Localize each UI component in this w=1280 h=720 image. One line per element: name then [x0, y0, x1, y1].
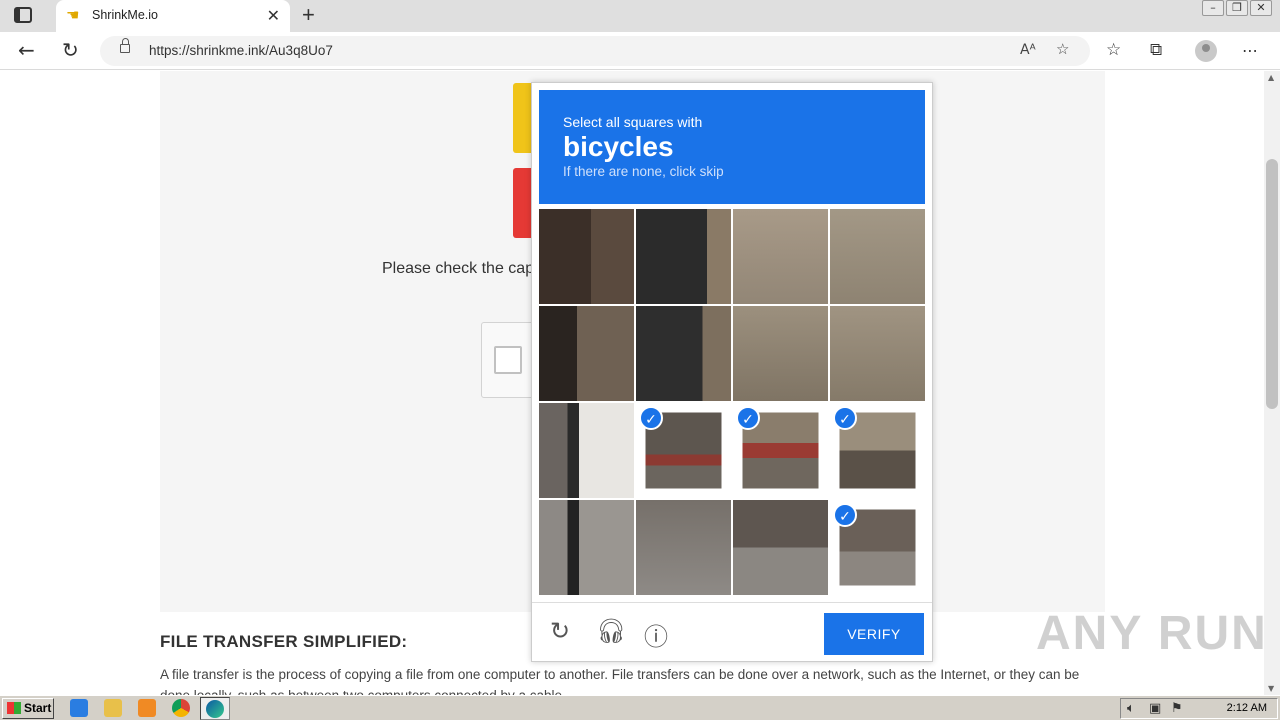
- image-tile[interactable]: [539, 403, 634, 498]
- lock-icon[interactable]: [120, 38, 130, 53]
- refresh-icon[interactable]: ↻: [62, 38, 79, 62]
- tile-selected-check-icon: ✓: [639, 406, 663, 430]
- windows-flag-icon: [7, 702, 21, 714]
- collections-icon[interactable]: ⧉: [1150, 40, 1162, 60]
- image-tile[interactable]: ✓: [830, 500, 925, 595]
- tile-image: [830, 209, 925, 304]
- scroll-thumb[interactable]: [1266, 159, 1278, 409]
- tab-bar: ☚ ShrinkMe.io ✕ + – ❐ ✕: [0, 0, 1280, 32]
- image-tile[interactable]: [636, 500, 731, 595]
- reload-icon[interactable]: ↻: [550, 617, 570, 645]
- challenge-target: bicycles: [563, 131, 674, 162]
- captcha-challenge: Select all squares with bicycles If ther…: [531, 82, 933, 662]
- tile-image: [830, 306, 925, 401]
- tile-selected-check-icon: ✓: [833, 503, 857, 527]
- browser-toolbar: ← ↻ https://shrinkme.ink/Au3q8Uo7 Aᴬ ☆ ☆…: [0, 32, 1280, 70]
- start-button[interactable]: Start: [2, 698, 54, 719]
- image-tile[interactable]: ✓: [636, 403, 731, 498]
- volume-icon[interactable]: 🔈︎: [1127, 701, 1135, 716]
- image-tile[interactable]: [733, 209, 828, 304]
- recaptcha-checkbox[interactable]: [494, 346, 522, 374]
- image-tile[interactable]: [539, 306, 634, 401]
- flag-icon[interactable]: ⚑: [1171, 701, 1183, 716]
- image-tile[interactable]: [539, 209, 634, 304]
- tile-image: [733, 209, 828, 304]
- challenge-prompt: Select all squares with: [563, 114, 703, 130]
- verify-button[interactable]: VERIFY: [824, 613, 924, 655]
- anyrun-watermark: ANY RUN: [1036, 607, 1268, 660]
- section-text: A file transfer is the process of copyin…: [160, 667, 1080, 695]
- favorites-icon[interactable]: ☆: [1106, 40, 1121, 60]
- add-favorite-icon[interactable]: ☆: [1056, 40, 1069, 58]
- tile-selected-check-icon: ✓: [833, 406, 857, 430]
- address-bar[interactable]: https://shrinkme.ink/Au3q8Uo7 Aᴬ ☆: [100, 36, 1090, 66]
- info-icon[interactable]: ⓘ: [644, 617, 668, 652]
- scroll-down-icon[interactable]: ▼: [1268, 684, 1274, 693]
- tile-image: [539, 403, 634, 498]
- image-tile[interactable]: [636, 306, 731, 401]
- tile-image: [636, 306, 731, 401]
- profile-avatar[interactable]: [1195, 40, 1217, 62]
- start-label: Start: [24, 701, 52, 715]
- network-icon[interactable]: ▣: [1149, 701, 1161, 716]
- favicon-icon: ☚: [66, 6, 80, 24]
- read-aloud-icon[interactable]: Aᴬ: [1020, 42, 1036, 58]
- chrome-icon[interactable]: [172, 699, 190, 717]
- tab-shrinkme[interactable]: ☚ ShrinkMe.io ✕: [56, 0, 290, 32]
- tile-image: [733, 306, 828, 401]
- page-scrollbar[interactable]: ▲ ▼: [1264, 71, 1280, 695]
- tile-image: [539, 209, 634, 304]
- url-text: https://shrinkme.ink/Au3q8Uo7: [149, 43, 333, 58]
- image-tile[interactable]: ✓: [830, 403, 925, 498]
- ie-icon[interactable]: [70, 699, 88, 717]
- tile-image: [539, 306, 634, 401]
- section-title: FILE TRANSFER SIMPLIFIED:: [160, 632, 408, 651]
- tile-image: [636, 209, 731, 304]
- image-tile[interactable]: [636, 209, 731, 304]
- edge-task-button[interactable]: [200, 697, 230, 720]
- folder-icon[interactable]: [104, 699, 122, 717]
- challenge-hint: If there are none, click skip: [563, 164, 724, 179]
- image-tile[interactable]: [733, 306, 828, 401]
- system-tray: 🔈︎ ▣ ⚑ 2:12 AM: [1120, 698, 1278, 719]
- scroll-up-icon[interactable]: ▲: [1268, 73, 1274, 82]
- image-tile[interactable]: ✓: [733, 403, 828, 498]
- restore-button[interactable]: ❐: [1226, 0, 1248, 16]
- tab-actions-icon[interactable]: [14, 7, 32, 23]
- clock: 2:12 AM: [1226, 702, 1267, 714]
- back-icon[interactable]: ←: [18, 38, 35, 62]
- taskbar: Start 🔈︎ ▣ ⚑ 2:12 AM: [0, 695, 1280, 720]
- tile-image: [733, 500, 828, 595]
- challenge-footer: ↻ 🎧︎ ⓘ VERIFY: [532, 602, 932, 662]
- audio-challenge-icon[interactable]: 🎧︎: [596, 617, 626, 645]
- window-controls: – ❐ ✕: [1202, 0, 1272, 18]
- tile-image: [539, 500, 634, 595]
- image-tile[interactable]: [539, 500, 634, 595]
- media-player-icon[interactable]: [138, 699, 156, 717]
- tab-title: ShrinkMe.io: [92, 8, 158, 22]
- tile-selected-check-icon: ✓: [736, 406, 760, 430]
- edge-icon: [206, 700, 224, 718]
- image-tile[interactable]: [830, 306, 925, 401]
- new-tab-icon[interactable]: +: [302, 2, 315, 28]
- image-tile[interactable]: [733, 500, 828, 595]
- close-window-button[interactable]: ✕: [1250, 0, 1272, 16]
- minimize-button[interactable]: –: [1202, 0, 1224, 16]
- challenge-header: Select all squares with bicycles If ther…: [539, 90, 925, 204]
- tab-close-icon[interactable]: ✕: [267, 6, 280, 26]
- image-tile[interactable]: [830, 209, 925, 304]
- image-grid: ✓ ✓ ✓ ✓: [539, 209, 926, 596]
- more-menu-icon[interactable]: ⋯: [1242, 41, 1258, 60]
- tile-image: [636, 500, 731, 595]
